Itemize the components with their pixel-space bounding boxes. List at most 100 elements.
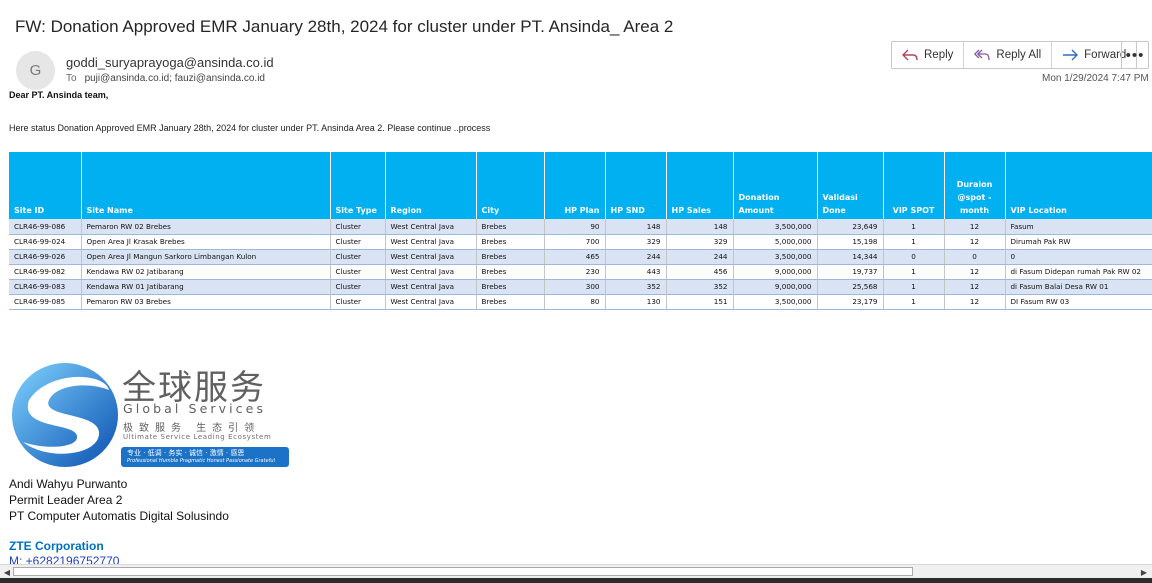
horizontal-scrollbar[interactable]: ◀ ▶: [0, 564, 1152, 578]
received-timestamp: Mon 1/29/2024 7:47 PM: [1042, 73, 1149, 84]
scrollbar-thumb[interactable]: [13, 567, 913, 576]
cell: 148: [666, 219, 734, 235]
table-row: CLR46-99-086 Pemaron RW 02 Brebes Cluste…: [9, 219, 1152, 235]
cell: di Fasum Didepan rumah Pak RW 02: [1005, 264, 1152, 280]
cell: 148: [605, 219, 667, 235]
sender-address[interactable]: goddi_suryaprayoga@ansinda.co.id: [66, 55, 274, 70]
scroll-left-icon[interactable]: ◀: [2, 567, 12, 577]
cell: 329: [605, 234, 667, 250]
cell: West Central Java: [385, 264, 477, 280]
cell: Cluster: [330, 234, 386, 250]
cell: Kendawa RW 02 Jatibarang: [81, 264, 331, 280]
cell: West Central Java: [385, 219, 477, 235]
reply-all-icon: [974, 49, 991, 61]
donation-table: Site ID Site Name Site Type Region City …: [9, 152, 1152, 310]
table-header-row: Site ID Site Name Site Type Region City …: [9, 152, 1152, 219]
col-city: City: [476, 152, 545, 219]
cell: 15,198: [817, 234, 884, 250]
col-hp-plan: HP Plan: [544, 152, 606, 219]
swirl-logo-icon: [12, 363, 118, 467]
col-donation-amount: Donation Amount: [733, 152, 818, 219]
col-duration: Duraion @spot - month: [944, 152, 1006, 219]
cell: Open Area Jl Mangun Sarkoro Limbangan Ku…: [81, 249, 331, 265]
cell: Brebes: [476, 249, 545, 265]
cell: 90: [544, 219, 606, 235]
reply-all-button[interactable]: Reply All: [964, 42, 1053, 68]
intro-text: Here status Donation Approved EMR Januar…: [9, 123, 491, 133]
cell: 9,000,000: [733, 264, 818, 280]
logo-english-subtitle: Ultimate Service Leading Ecosystem: [123, 433, 272, 441]
cell: 443: [605, 264, 667, 280]
cell: 19,737: [817, 264, 884, 280]
cell: Pemaron RW 03 Brebes: [81, 294, 331, 310]
cell: West Central Java: [385, 234, 477, 250]
cell: Fasum: [1005, 219, 1152, 235]
cell: 456: [666, 264, 734, 280]
cell: 0: [883, 249, 945, 265]
cell: 1: [883, 264, 945, 280]
cell: 12: [944, 279, 1006, 295]
cell: 23,649: [817, 219, 884, 235]
cell: di Fasum Balai Desa RW 01: [1005, 279, 1152, 295]
col-site-type: Site Type: [330, 152, 386, 219]
cell: 244: [605, 249, 667, 265]
cell: Kendawa RW 01 Jatibarang: [81, 279, 331, 295]
sender-avatar: G: [16, 51, 55, 90]
cell: Brebes: [476, 279, 545, 295]
cell: West Central Java: [385, 249, 477, 265]
cell: 5,000,000: [733, 234, 818, 250]
col-site-id: Site ID: [9, 152, 82, 219]
global-services-logo: 全球服务 Global Services 极致服务 生态引领 Ultimate …: [9, 360, 291, 470]
cell: Brebes: [476, 264, 545, 280]
col-region: Region: [385, 152, 477, 219]
reply-button[interactable]: Reply: [892, 42, 965, 68]
col-hp-sales: HP Sales: [666, 152, 734, 219]
cell: 130: [605, 294, 667, 310]
col-vip-spot: VIP SPOT: [883, 152, 945, 219]
cell: Cluster: [330, 279, 386, 295]
message-actions: Reply Reply All Forward: [891, 41, 1138, 69]
cell: Dirumah Pak RW: [1005, 234, 1152, 250]
cell: CLR46-99-024: [9, 234, 82, 250]
cell: DI Fasum RW 03: [1005, 294, 1152, 310]
signature-organization: ZTE Corporation: [9, 539, 104, 553]
cell: 1: [883, 234, 945, 250]
cell: CLR46-99-083: [9, 279, 82, 295]
reply-all-label: Reply All: [996, 49, 1042, 61]
cell: 0: [1005, 249, 1152, 265]
cell: CLR46-99-082: [9, 264, 82, 280]
cell: Cluster: [330, 219, 386, 235]
col-site-name: Site Name: [81, 152, 331, 219]
scroll-right-icon[interactable]: ▶: [1138, 567, 1150, 577]
table-row: CLR46-99-024 Open Area Jl Krasak Brebes …: [9, 234, 1152, 250]
col-validasi-done: Validasi Done: [817, 152, 884, 219]
cell: 230: [544, 264, 606, 280]
greeting-text: Dear PT. Ansinda team,: [9, 90, 109, 100]
recipients-list[interactable]: puji@ansinda.co.id; fauzi@ansinda.co.id: [85, 73, 265, 84]
cell: 0: [944, 249, 1006, 265]
table-row: CLR46-99-082 Kendawa RW 02 Jatibarang Cl…: [9, 264, 1152, 280]
cell: 700: [544, 234, 606, 250]
logo-chinese-subtitle: 极致服务 生态引领: [123, 423, 261, 434]
cell: West Central Java: [385, 294, 477, 310]
cell: 3,500,000: [733, 249, 818, 265]
cell: 23,179: [817, 294, 884, 310]
email-subject: FW: Donation Approved EMR January 28th, …: [15, 17, 674, 36]
cell: 329: [666, 234, 734, 250]
cell: West Central Java: [385, 279, 477, 295]
cell: 465: [544, 249, 606, 265]
col-hp-snd: HP SND: [605, 152, 667, 219]
cell: 12: [944, 219, 1006, 235]
table-row: CLR46-99-085 Pemaron RW 03 Brebes Cluste…: [9, 294, 1152, 310]
cell: Pemaron RW 02 Brebes: [81, 219, 331, 235]
cell: 244: [666, 249, 734, 265]
table-row: CLR46-99-083 Kendawa RW 01 Jatibarang Cl…: [9, 279, 1152, 295]
forward-icon: [1063, 49, 1079, 61]
cell: Cluster: [330, 264, 386, 280]
cell: 300: [544, 279, 606, 295]
cell: 1: [883, 294, 945, 310]
more-actions-button[interactable]: •••: [1121, 41, 1149, 69]
cell: Cluster: [330, 294, 386, 310]
reply-label: Reply: [924, 49, 954, 61]
col-vip-location: VIP Location: [1005, 152, 1152, 219]
